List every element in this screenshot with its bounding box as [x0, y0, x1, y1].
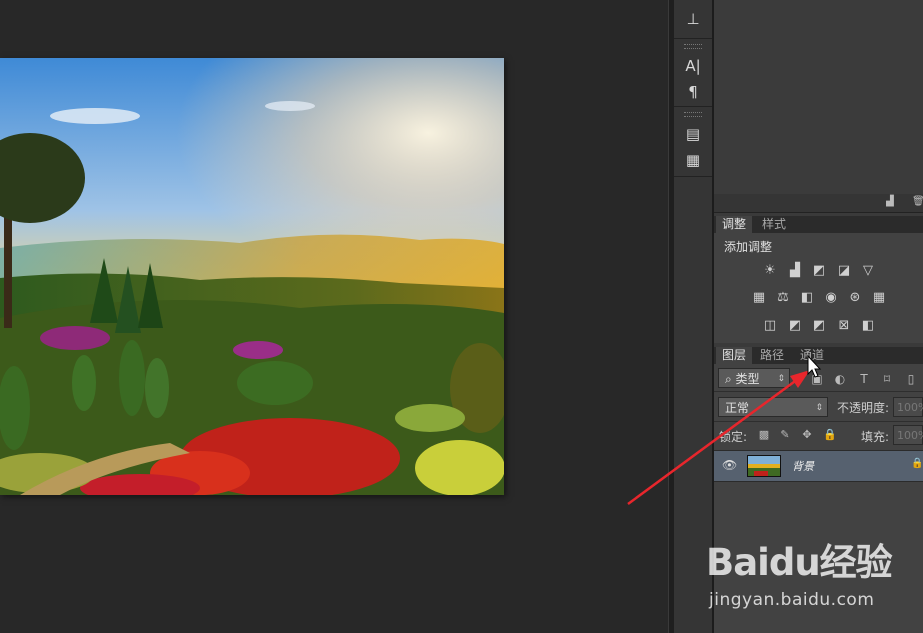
- lock-transparent-icon[interactable]: ▩: [758, 429, 770, 441]
- baidu-watermark-logo: Baidu经验 jingyan.baidu.com: [706, 532, 916, 617]
- layer-name[interactable]: 背景: [792, 458, 814, 474]
- vibrance-icon[interactable]: ▽: [860, 264, 876, 278]
- layer-filter-kind-select[interactable]: ⌕ 类型 ⇕: [718, 368, 790, 388]
- thumbnail-image: [748, 456, 780, 476]
- upper-panel-footer: ▟ 🗑: [714, 194, 923, 213]
- panel-group-1: ⊥: [674, 0, 712, 39]
- lock-paint-brush-icon[interactable]: ✎: [779, 429, 791, 441]
- tab-styles[interactable]: 样式: [756, 216, 792, 233]
- panel-group-2: A| ¶: [674, 40, 712, 107]
- selective-color-icon[interactable]: ◧: [860, 319, 876, 333]
- adjustments-tabbar: 调整 样式: [714, 216, 923, 234]
- brightness-contrast-icon[interactable]: ☀: [762, 264, 778, 278]
- pixel-layer-filter-icon[interactable]: ▣: [810, 372, 824, 386]
- search-icon: ⌕: [725, 372, 736, 386]
- tab-paths[interactable]: 路径: [754, 347, 790, 364]
- eye-visibility-icon[interactable]: 👁: [722, 458, 737, 472]
- tab-adjustments[interactable]: 调整: [716, 216, 753, 233]
- color-balance-icon[interactable]: ⚖: [775, 291, 791, 305]
- updown-icon: ⇕: [815, 403, 823, 413]
- lock-all-icon[interactable]: 🔒: [823, 429, 837, 441]
- tab-layers[interactable]: 图层: [716, 347, 753, 364]
- paragraph-panel-icon[interactable]: ¶: [674, 79, 712, 105]
- filter-kind-label: 类型: [735, 372, 760, 386]
- opacity-input[interactable]: 100%: [893, 397, 923, 417]
- fill-label: 填充:: [861, 430, 890, 444]
- paragraph-styles-icon[interactable]: ▦: [674, 147, 712, 173]
- layers-tabbar: 图层 路径 通道: [714, 347, 923, 365]
- watermark-url: jingyan.baidu.com: [709, 590, 875, 610]
- curves-icon[interactable]: ◩: [811, 264, 827, 278]
- updown-icon: ⇕: [777, 374, 785, 384]
- smart-object-filter-icon[interactable]: ▯: [904, 372, 918, 386]
- fill-input[interactable]: 100%: [893, 425, 923, 445]
- posterize-icon[interactable]: ◩: [787, 319, 803, 333]
- panel-grip[interactable]: [684, 44, 702, 49]
- hue-saturation-icon[interactable]: ▦: [751, 291, 767, 305]
- channel-mixer-icon[interactable]: ⊛: [847, 291, 863, 305]
- separator: [714, 421, 923, 422]
- character-styles-icon[interactable]: ▤: [674, 121, 712, 147]
- layer-row[interactable]: 👁 背景 🔒: [714, 450, 923, 482]
- adjustments-title: 添加调整: [724, 240, 773, 254]
- panel-group-3: ▤ ▦: [674, 108, 712, 177]
- lock-position-move-icon[interactable]: ✥: [801, 429, 813, 441]
- tab-channels[interactable]: 通道: [794, 347, 830, 364]
- threshold-icon[interactable]: ◩: [811, 319, 827, 333]
- layer-lock-icon: 🔒: [911, 458, 923, 469]
- shape-layer-filter-icon[interactable]: ⌑: [880, 372, 894, 386]
- adjustment-layer-filter-icon[interactable]: ◐: [833, 372, 847, 386]
- watermark-brand: Baidu经验: [706, 541, 893, 584]
- invert-icon[interactable]: ◫: [762, 319, 778, 333]
- color-lookup-icon[interactable]: ▦: [871, 291, 887, 305]
- trash-icon[interactable]: 🗑: [912, 197, 923, 207]
- opacity-label: 不透明度:: [837, 401, 890, 415]
- blend-mode-value: 正常: [725, 401, 750, 415]
- gradient-map-icon[interactable]: ⊠: [836, 319, 852, 333]
- new-item-icon[interactable]: ▟: [886, 197, 896, 207]
- character-panel-icon[interactable]: A|: [674, 53, 712, 79]
- black-white-icon[interactable]: ◧: [799, 291, 815, 305]
- blend-mode-select[interactable]: 正常 ⇕: [718, 397, 828, 417]
- landscape-image: [0, 58, 504, 495]
- upper-panel-area: [714, 0, 923, 194]
- separator: [714, 391, 923, 392]
- lock-label: 锁定:: [719, 430, 748, 444]
- levels-icon[interactable]: ▟: [787, 264, 803, 278]
- panel-grip-2[interactable]: [684, 112, 702, 117]
- photo-filter-icon[interactable]: ◉: [823, 291, 839, 305]
- exposure-icon[interactable]: ◪: [836, 264, 852, 278]
- clone-source-icon[interactable]: ⊥: [674, 6, 712, 32]
- type-layer-filter-icon[interactable]: T: [857, 372, 871, 386]
- landscape-photo[interactable]: [0, 58, 504, 495]
- layer-thumbnail[interactable]: [747, 455, 781, 477]
